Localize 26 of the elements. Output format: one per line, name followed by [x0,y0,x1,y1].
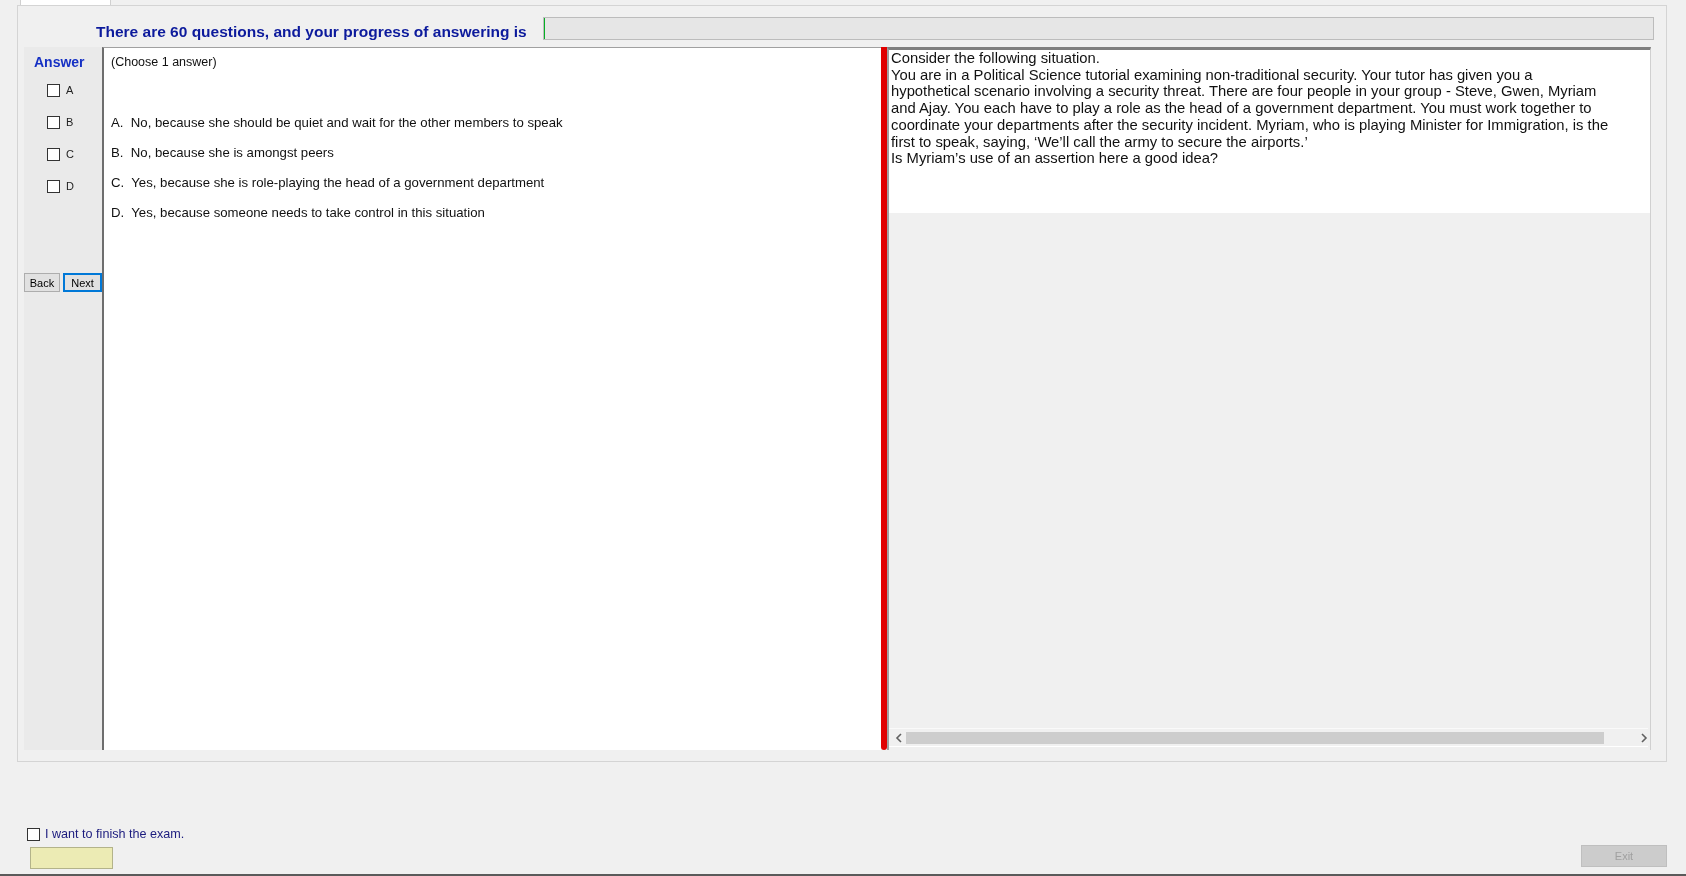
answer-option: C. Yes, because she is role-playing the head of a government department [111,175,545,191]
question-paragraph: Is Myriam’s use of an assertion here a good idea? [891,150,1220,167]
horizontal-scrollbar[interactable] [889,728,1648,747]
checkbox-label: C [66,148,74,160]
answer-option: D. Yes, because someone needs to take control in this situation [111,205,485,221]
nav-button[interactable]: Back [24,273,60,292]
answer-option: B. No, because she is amongst peers [111,145,334,161]
checkbox[interactable] [47,179,60,193]
nav-button[interactable]: Next [63,273,102,292]
answer-title: Answer [34,54,85,70]
instruction-text: (Choose 1 answer) [111,54,217,70]
chevron-right-icon[interactable] [1640,732,1648,743]
checkbox-label: A [66,84,74,96]
checkbox[interactable] [47,83,60,97]
checkbox-label: D [66,180,74,192]
checkbox-label: I want to finish the exam. [45,827,185,841]
checkbox[interactable] [47,147,60,161]
chevron-left-icon[interactable] [895,732,903,743]
checkbox[interactable] [27,827,40,841]
question-paragraph: You are in a Political Science tutorial examining non-traditional security. Your tutor has given you a hypothetical scenario involving a security threat. There are four people in your group - Steve, Gwen, Myriam and Ajay. You each have to play a role as the head of a government department. You must work together to coordinate your departments after the security incident. Myriam, who is playing Minister for Immigration, is the first to speak, saying, ‘We’ll call the army to secure the airports.’ [891,66,1610,151]
scrollbar-thumb[interactable] [905,731,1605,744]
checkbox-label: B [66,116,74,128]
question-paragraph: Consider the following situation. [891,50,1101,67]
answer-option: A. No, because she should be quiet and wait for the other members to speak [111,115,563,131]
progress-caption: There are 60 questions, and your progress of answering is [96,23,527,40]
checkbox[interactable] [47,115,60,129]
